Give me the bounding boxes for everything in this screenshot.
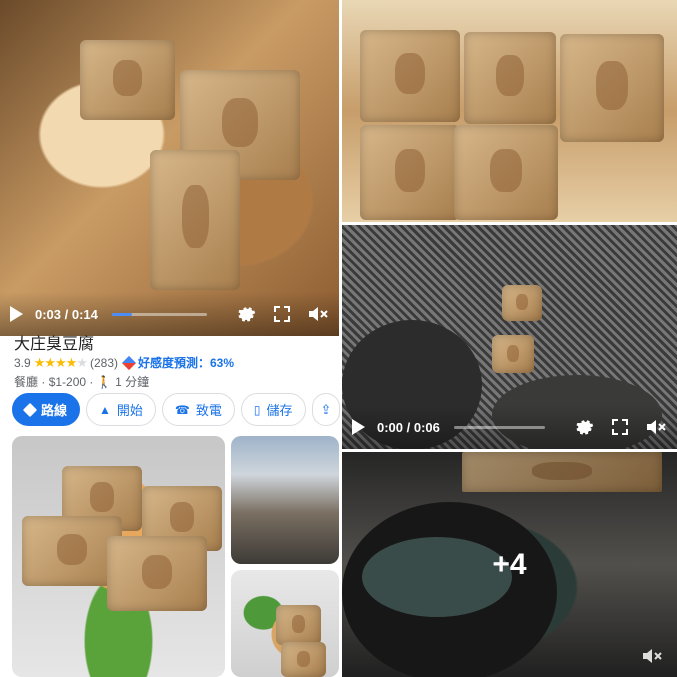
- video-progress[interactable]: [111, 312, 207, 316]
- video-progress-fill: [111, 312, 132, 316]
- tofu-block: [276, 605, 321, 645]
- price-range: $1-200: [48, 375, 87, 389]
- star-rating-icon: ★★★★★: [33, 354, 88, 370]
- save-button[interactable]: ▯ 儲存: [240, 393, 306, 426]
- tofu-block: [454, 125, 558, 220]
- tofu-block: [360, 125, 460, 220]
- match-value: 63%: [210, 355, 235, 370]
- match-label: 好感度預測：: [137, 356, 210, 370]
- video-tile-2[interactable]: 0:00 / 0:06: [342, 225, 677, 449]
- tofu-block: [107, 536, 207, 611]
- tofu-block: [560, 34, 664, 142]
- action-chips: 路線 ▲ 開始 ☎ 致電 ▯ 儲存 ⇪: [12, 393, 341, 426]
- share-button[interactable]: ⇪: [311, 393, 341, 426]
- photo-tile-tofu[interactable]: [342, 0, 677, 222]
- mute-icon[interactable]: [641, 647, 663, 665]
- place-info-card: 大庄臭豆腐 3.9 ★★★★★ (283) 好感度預測： 63% 餐廳 · $1…: [0, 336, 341, 436]
- more-media-tile[interactable]: +4: [342, 452, 677, 677]
- tofu-block: [360, 30, 460, 122]
- rating-value: 3.9: [14, 355, 31, 370]
- mute-icon[interactable]: [645, 416, 667, 438]
- start-button[interactable]: ▲ 開始: [86, 393, 156, 426]
- play-icon[interactable]: [10, 306, 23, 322]
- play-icon[interactable]: [352, 419, 365, 435]
- share-icon: ⇪: [320, 401, 332, 417]
- video-time: 0:03 / 0:14: [35, 306, 98, 322]
- category: 餐廳: [14, 375, 39, 389]
- video-controls: 0:00 / 0:06: [342, 405, 677, 449]
- walk-time: 1 分鐘: [115, 375, 150, 389]
- call-button[interactable]: ☎ 致電: [161, 393, 235, 426]
- walking-icon: 🚶: [96, 375, 112, 389]
- phone-icon: ☎: [174, 402, 190, 417]
- street-photo-thumbnail[interactable]: [231, 436, 339, 564]
- details-row: 餐廳 · $1-200 · 🚶 1 分鐘: [14, 375, 150, 389]
- more-count-overlay[interactable]: +4: [342, 452, 677, 677]
- mute-icon[interactable]: [307, 303, 329, 325]
- tofu-block: [492, 335, 534, 373]
- settings-gear-icon[interactable]: [235, 303, 257, 325]
- place-photo-thumbnail[interactable]: [231, 570, 339, 677]
- bookmark-icon: ▯: [253, 402, 261, 417]
- tofu-block: [80, 40, 175, 120]
- match-score-icon: [121, 355, 137, 370]
- fullscreen-icon[interactable]: [271, 303, 293, 325]
- tofu-block: [150, 150, 240, 290]
- review-count[interactable]: (283): [90, 356, 118, 370]
- video-time: 0:00 / 0:06: [377, 419, 440, 435]
- navigation-arrow-icon: ▲: [99, 402, 111, 417]
- rating-row: 3.9 ★★★★★ (283) 好感度預測： 63%: [14, 354, 234, 371]
- place-photo-thumbnail[interactable]: [12, 436, 225, 677]
- video-tile-1[interactable]: 0:03 / 0:14: [0, 0, 339, 336]
- fullscreen-icon[interactable]: [609, 416, 631, 438]
- directions-button[interactable]: 路線: [12, 393, 81, 426]
- tofu-block: [502, 285, 542, 321]
- tofu-block: [464, 32, 556, 124]
- tofu-block: [281, 642, 326, 677]
- more-count: +4: [492, 547, 527, 581]
- video-progress[interactable]: [453, 425, 545, 429]
- settings-gear-icon[interactable]: [573, 416, 595, 438]
- place-title[interactable]: 大庄臭豆腐: [14, 330, 94, 354]
- directions-icon: [22, 402, 38, 417]
